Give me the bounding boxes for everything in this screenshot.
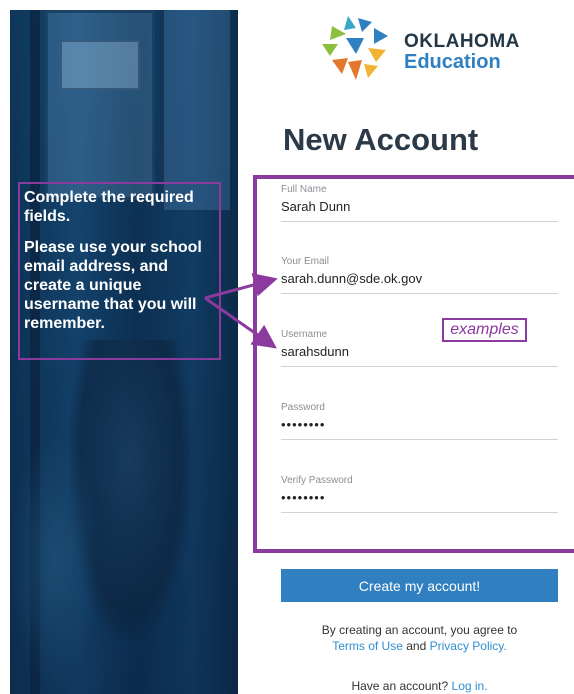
verify-password-label: Verify Password [281, 475, 353, 486]
instructions-line-1: Complete the required fields. [24, 189, 194, 225]
page-title: New Account [283, 122, 479, 157]
verify-password-input[interactable] [281, 486, 558, 513]
create-account-button[interactable]: Create my account! [281, 569, 558, 602]
username-input[interactable] [281, 340, 558, 367]
examples-callout: examples [442, 318, 527, 342]
logo-title: OKLAHOMA [404, 31, 520, 52]
oklahoma-education-logo: OKLAHOMA Education [318, 14, 538, 84]
email-label: Your Email [281, 256, 329, 267]
terms-of-use-link[interactable]: Terms of Use [332, 639, 403, 653]
full-name-input[interactable] [281, 195, 558, 222]
photo-detail [60, 40, 140, 90]
agreement-and: and [406, 639, 427, 653]
instructions-line-2: Please use your school email address, an… [24, 239, 202, 332]
instructions-callout: Complete the required fields. Please use… [18, 182, 221, 360]
full-name-label: Full Name [281, 184, 327, 195]
logo-subtitle: Education [404, 51, 501, 73]
password-input[interactable] [281, 413, 558, 440]
email-input[interactable] [281, 267, 558, 294]
privacy-policy-link[interactable]: Privacy Policy. [430, 639, 507, 653]
full-name-field: Full Name [281, 184, 558, 222]
photo-detail [160, 10, 230, 210]
login-prefix: Have an account? [351, 679, 449, 693]
agreement-text: By creating an account, you agree to Ter… [281, 622, 558, 654]
login-link[interactable]: Log in. [452, 679, 488, 693]
login-prompt: Have an account? Log in. [281, 679, 558, 693]
password-field: Password [281, 402, 558, 440]
star-logo-icon [322, 16, 388, 80]
photo-detail [45, 10, 155, 200]
verify-password-field: Verify Password [281, 475, 558, 513]
agreement-prefix: By creating an account, you agree to [321, 623, 518, 637]
photo-detail [10, 430, 100, 690]
email-field: Your Email [281, 256, 558, 294]
password-label: Password [281, 402, 325, 413]
